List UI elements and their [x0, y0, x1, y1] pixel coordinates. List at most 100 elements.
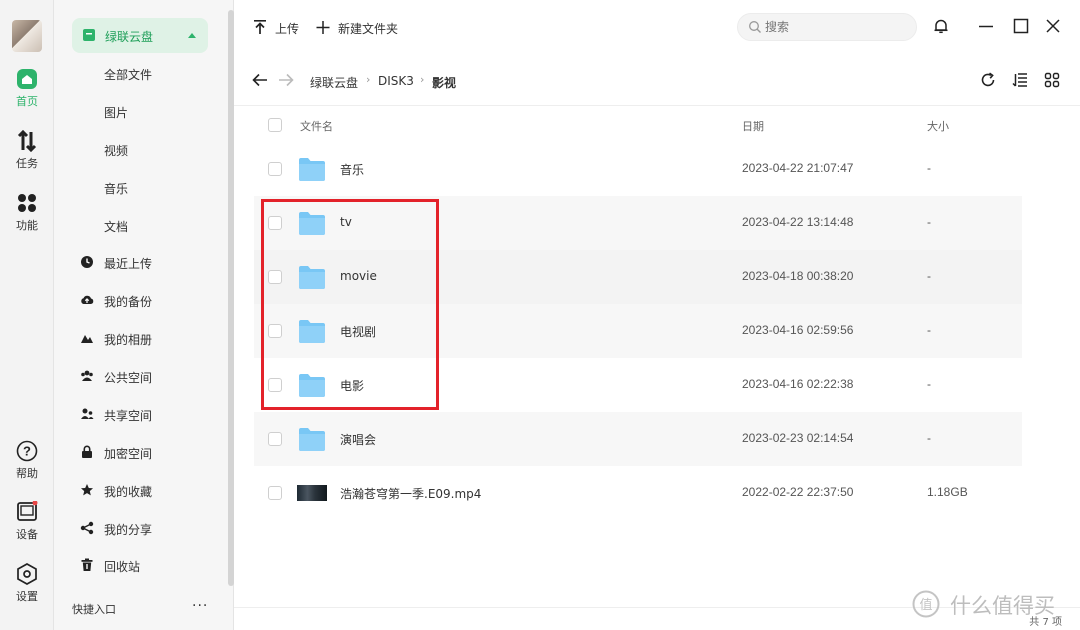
sidebar-item-label: 公共空间	[104, 371, 153, 385]
table-row[interactable]: 音乐 2023-04-22 21:07:47 -	[254, 142, 1022, 196]
column-header-size[interactable]: 大小	[927, 118, 949, 134]
sidebar-item-label: 我的备份	[104, 295, 153, 309]
upload-button[interactable]: 上传	[253, 18, 313, 36]
table-header: 文件名 日期 大小	[254, 108, 1054, 142]
star-icon	[81, 484, 93, 496]
settings-hex-icon	[17, 563, 37, 585]
file-date: 2023-04-22 21:07:47	[742, 161, 854, 175]
grid-dots-icon	[18, 194, 36, 212]
transfer-icon	[17, 130, 37, 152]
select-all-checkbox[interactable]	[268, 118, 282, 132]
sidebar-item-label: 我的收藏	[104, 485, 153, 499]
folder-icon	[299, 158, 325, 181]
sidebar-item-label: 共享空间	[104, 409, 153, 423]
new-folder-button[interactable]: 新建文件夹	[316, 18, 406, 36]
sidebar-item-label: 最近上传	[104, 257, 153, 271]
maximize-icon[interactable]	[1013, 18, 1029, 34]
sidebar-cloud-label: 绿联云盘	[105, 30, 154, 44]
sidebar-item-label: 我的相册	[104, 333, 153, 347]
refresh-icon[interactable]	[980, 72, 996, 88]
avatar[interactable]	[12, 20, 42, 52]
left-rail: 首页 任务 功能 ? 帮助 设备 设置	[0, 0, 54, 630]
file-date: 2023-04-16 02:59:56	[742, 323, 854, 337]
breadcrumb-item[interactable]: 绿联云盘	[310, 74, 358, 91]
row-checkbox[interactable]	[268, 486, 282, 500]
file-date: 2023-04-16 02:22:38	[742, 377, 854, 391]
search-icon	[749, 21, 761, 33]
breadcrumb-separator: ›	[420, 73, 425, 86]
search-box[interactable]	[737, 13, 917, 41]
rail-functions-label: 功能	[16, 219, 38, 232]
file-size: -	[927, 377, 931, 391]
breadcrumb-separator: ›	[366, 73, 371, 86]
watermark-logo-icon: 值	[912, 590, 940, 618]
sidebar-sub-pictures[interactable]: 图片	[104, 104, 128, 121]
rail-help-label: 帮助	[16, 467, 38, 480]
column-header-date[interactable]: 日期	[742, 118, 764, 134]
file-date: 2023-04-22 13:14:48	[742, 215, 854, 229]
video-thumbnail	[297, 485, 327, 501]
more-options-icon[interactable]: ···	[192, 598, 208, 614]
sidebar-sub-docs[interactable]: 文档	[104, 218, 128, 235]
share-icon	[80, 521, 94, 535]
group-icon	[81, 370, 93, 381]
rail-tasks[interactable]: 任务	[0, 130, 54, 171]
quick-access-label: 快捷入口	[72, 603, 116, 616]
file-date: 2023-02-23 02:14:54	[742, 431, 854, 445]
grid-view-icon[interactable]	[1044, 72, 1060, 88]
table-row[interactable]: 浩瀚苍穹第一季.E09.mp4 2022-02-22 22:37:50 1.18…	[254, 466, 1022, 520]
sidebar-item-label: 加密空间	[104, 447, 153, 461]
file-size: -	[927, 161, 931, 175]
lock-icon	[82, 445, 92, 458]
chevron-up-icon[interactable]	[188, 33, 196, 38]
close-icon[interactable]	[1045, 18, 1061, 34]
svg-text:?: ?	[23, 444, 31, 459]
arrow-left-icon[interactable]	[252, 73, 268, 87]
rail-settings-label: 设置	[16, 590, 38, 603]
clock-icon	[81, 256, 93, 268]
column-header-name[interactable]: 文件名	[300, 118, 333, 134]
breadcrumb-current: 影视	[432, 76, 457, 90]
help-icon: ?	[16, 440, 38, 462]
search-input[interactable]	[765, 19, 905, 35]
home-icon	[17, 69, 37, 89]
cloud-upload-icon	[81, 295, 94, 304]
rail-help[interactable]: ? 帮助	[0, 440, 54, 481]
file-size: -	[927, 215, 931, 229]
table-row[interactable]: 演唱会 2023-02-23 02:14:54 -	[254, 412, 1022, 466]
file-size: -	[927, 323, 931, 337]
sidebar-cloud-drive[interactable]: 绿联云盘	[72, 18, 208, 53]
breadcrumb-bar: 绿联云盘 › DISK3 › 影视	[234, 54, 1080, 106]
plus-icon	[316, 21, 330, 34]
rail-settings[interactable]: 设置	[0, 563, 54, 604]
new-folder-label: 新建文件夹	[338, 22, 399, 36]
rail-functions[interactable]: 功能	[0, 192, 54, 233]
svg-text:值: 值	[919, 597, 932, 613]
trash-icon	[81, 558, 93, 571]
file-size: -	[927, 431, 931, 445]
share-users-icon	[81, 408, 94, 419]
rail-home[interactable]: 首页	[0, 68, 54, 109]
sidebar-sub-music[interactable]: 音乐	[104, 180, 128, 197]
sort-list-icon[interactable]	[1012, 72, 1028, 88]
file-size: -	[927, 269, 931, 283]
row-checkbox[interactable]	[268, 432, 282, 446]
sidebar-sub-all-files[interactable]: 全部文件	[104, 66, 152, 83]
breadcrumb-item[interactable]: DISK3	[378, 74, 414, 88]
folder-icon	[299, 428, 325, 451]
rail-device-label: 设备	[16, 528, 38, 541]
mountain-icon	[81, 335, 93, 343]
toolbar: 上传 新建文件夹	[234, 0, 1080, 54]
drive-icon	[83, 29, 95, 41]
row-checkbox[interactable]	[268, 162, 282, 176]
highlight-box	[261, 199, 439, 410]
sidebar-item-label: 我的分享	[104, 523, 153, 537]
file-name: 音乐	[340, 163, 365, 177]
file-name: 演唱会	[340, 433, 377, 447]
rail-home-label: 首页	[16, 95, 38, 108]
rail-device[interactable]: 设备	[0, 501, 54, 542]
sidebar-sub-videos[interactable]: 视频	[104, 142, 128, 159]
arrow-right-icon[interactable]	[278, 73, 294, 87]
minimize-icon[interactable]	[978, 18, 994, 34]
bell-icon[interactable]	[933, 18, 949, 34]
